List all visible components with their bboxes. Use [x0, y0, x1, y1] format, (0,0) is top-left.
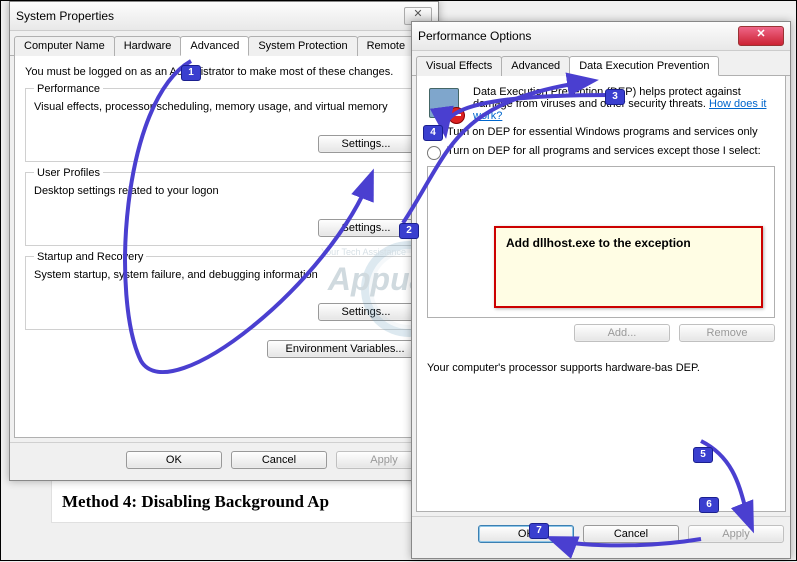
radio-icon[interactable] — [427, 146, 441, 160]
system-properties-window: System Properties ✕ Computer Name Hardwa… — [9, 1, 439, 481]
tab-body-advanced: You must be logged on as an Administrato… — [14, 56, 434, 438]
close-icon[interactable]: ✕ — [738, 26, 784, 46]
cancel-button[interactable]: Cancel — [231, 451, 327, 469]
group-user-profiles: User Profiles Desktop settings related t… — [25, 172, 423, 246]
group-desc: Visual effects, processor scheduling, me… — [34, 101, 414, 113]
window-title: System Properties — [16, 9, 404, 23]
dep-help-text: Data Execution Prevention (DEP) helps pr… — [473, 86, 775, 122]
dialog-buttons: OK Cancel Apply — [412, 516, 790, 551]
window-title: Performance Options — [418, 29, 738, 43]
tab-dep[interactable]: Data Execution Prevention — [569, 56, 719, 76]
environment-variables-button[interactable]: Environment Variables... — [267, 340, 423, 358]
dialog-buttons: OK Cancel Apply — [10, 442, 438, 477]
dep-support-msg: Your computer's processor supports hardw… — [427, 362, 775, 374]
group-desc: System startup, system failure, and debu… — [34, 269, 414, 281]
titlebar: Performance Options ✕ — [412, 22, 790, 51]
group-performance: Performance Visual effects, processor sc… — [25, 88, 423, 162]
tabstrip: Visual Effects Advanced Data Execution P… — [412, 51, 790, 76]
titlebar: System Properties ✕ — [10, 2, 438, 31]
remove-button[interactable]: Remove — [679, 324, 775, 342]
radio-label: Turn on DEP for all programs and service… — [447, 145, 761, 157]
startup-settings-button[interactable]: Settings... — [318, 303, 414, 321]
performance-settings-button[interactable]: Settings... — [318, 135, 414, 153]
annotation-note: Add dllhost.exe to the exception — [494, 226, 763, 308]
admin-notice: You must be logged on as an Administrato… — [25, 66, 423, 78]
group-title: User Profiles — [34, 167, 103, 179]
ok-button[interactable]: OK — [126, 451, 222, 469]
add-button[interactable]: Add... — [574, 324, 670, 342]
ok-button[interactable]: OK — [478, 525, 574, 543]
group-startup-recovery: Startup and Recovery System startup, sys… — [25, 256, 423, 330]
cancel-button[interactable]: Cancel — [583, 525, 679, 543]
tab-advanced[interactable]: Advanced — [501, 56, 570, 76]
radio-icon[interactable] — [427, 127, 441, 141]
apply-button[interactable]: Apply — [688, 525, 784, 543]
group-title: Startup and Recovery — [34, 251, 146, 263]
tab-system-protection[interactable]: System Protection — [248, 36, 357, 56]
user-profiles-settings-button[interactable]: Settings... — [318, 219, 414, 237]
tab-remote[interactable]: Remote — [357, 36, 416, 56]
tab-visual-effects[interactable]: Visual Effects — [416, 56, 502, 76]
tab-hardware[interactable]: Hardware — [114, 36, 182, 56]
group-title: Performance — [34, 83, 103, 95]
radio-label: Turn on DEP for essential Windows progra… — [447, 126, 758, 138]
radio-all-except[interactable]: Turn on DEP for all programs and service… — [427, 145, 775, 160]
tab-computer-name[interactable]: Computer Name — [14, 36, 115, 56]
tab-advanced[interactable]: Advanced — [180, 36, 249, 56]
tabstrip: Computer Name Hardware Advanced System P… — [10, 31, 438, 56]
radio-essential[interactable]: Turn on DEP for essential Windows progra… — [427, 126, 775, 141]
dep-shield-icon — [427, 86, 463, 122]
group-desc: Desktop settings related to your logon — [34, 185, 414, 197]
